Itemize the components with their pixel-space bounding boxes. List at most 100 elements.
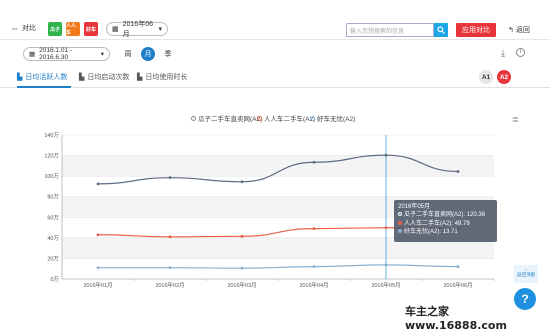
tooltip-value: 120.36	[466, 212, 486, 219]
tooltip-title: 2016年05月	[398, 204, 431, 210]
data-point	[168, 235, 172, 239]
x-tick-label: 2016年06月	[443, 281, 472, 289]
tab-daily-active-users[interactable]: ▙ 日均活跃人数	[17, 72, 67, 82]
data-point	[240, 234, 244, 238]
app-icon-label: 好车	[85, 26, 96, 33]
tab-icon: ▙	[79, 74, 85, 81]
y-tick-label: 40万	[47, 235, 59, 242]
data-point	[384, 153, 388, 157]
legend-marker	[191, 115, 196, 121]
data-point	[312, 227, 316, 231]
tooltip-row: 瓜子二手车直卖网(A2): 120.36	[398, 211, 493, 219]
legend-label: 人人车二手车(A2)	[264, 116, 316, 123]
tooltip-label: 瓜子二手车直卖网(A2)	[404, 212, 464, 219]
back-to-top-button[interactable]: ↑ 返回顶部	[514, 265, 538, 283]
data-point	[168, 176, 172, 180]
data-point	[384, 226, 388, 230]
x-tick-label: 2016年01月	[83, 281, 112, 289]
tooltip-marker	[398, 212, 402, 217]
tooltip-marker	[398, 220, 402, 225]
chevron-down-icon: ▾	[158, 26, 162, 33]
app-icon-label: 瓜子	[49, 26, 60, 33]
legend-label: 好车无忧(A2)	[317, 116, 356, 123]
y-tick-label: 80万	[47, 194, 59, 201]
data-point	[384, 263, 388, 267]
app-icon-label: 人人车	[66, 23, 77, 36]
tab-label: 日均活跃人数	[25, 74, 68, 81]
calendar-icon: ▦	[29, 51, 36, 58]
tooltip-label: 人人车二手车(A2)	[404, 220, 452, 227]
search-icon	[437, 26, 445, 34]
x-tick-label: 2016年04月	[299, 281, 328, 289]
y-tick-label: 140万	[44, 132, 59, 139]
legend-item-guazi[interactable]: 瓜子二手车直卖网(A2)	[191, 113, 262, 123]
data-point	[312, 160, 316, 164]
app-icon-guazi[interactable]: 瓜子	[48, 22, 62, 36]
data-point	[96, 182, 100, 186]
info-icon[interactable]: i	[516, 48, 525, 57]
tooltip-marker	[398, 228, 402, 233]
active-tab-underline	[17, 86, 71, 88]
badge-a1[interactable]: A1	[479, 70, 493, 84]
tab-icon: ▙	[17, 74, 23, 81]
series-line	[97, 154, 459, 185]
legend-item-haoche[interactable]: 好车无忧(A2)	[310, 113, 355, 123]
badge-a2[interactable]: A2	[497, 70, 511, 84]
back-button[interactable]: ↰ 返回	[508, 25, 530, 35]
month-value: 2016年06月	[122, 21, 153, 38]
x-tick-label: 2016年02月	[155, 281, 184, 289]
search-placeholder: 输入您想搜索的信息	[350, 29, 405, 35]
data-point	[240, 266, 244, 270]
tooltip-value: 49.79	[454, 220, 470, 227]
tab-label: 日均使用时长	[145, 74, 188, 81]
compare-toggle[interactable]: ⇔ 对比	[10, 23, 36, 33]
data-point	[240, 180, 244, 184]
y-tick-label: 20万	[47, 255, 59, 262]
data-point	[168, 266, 172, 270]
app-icon-renrenche[interactable]: 人人车	[66, 22, 80, 36]
legend-marker	[310, 115, 315, 121]
y-tick-label: 100万	[44, 173, 59, 180]
top-bar: ⇔ 对比 瓜子 人人车 好车 ▦ 2016年06月 ▾ 输入您想搜索的信息 应用…	[0, 0, 550, 40]
date-range-value: 2016.1.01 - 2016.6.30	[39, 47, 73, 61]
back-to-top-label: 返回顶部	[517, 272, 535, 277]
back-label: 返回	[515, 27, 530, 34]
tab-daily-usage-time[interactable]: ▙ 日均使用时长	[137, 72, 187, 82]
tooltip-value: 13.71	[442, 228, 458, 235]
month-select[interactable]: ▦ 2016年06月 ▾	[106, 21, 168, 38]
download-icon[interactable]: ⤓	[501, 48, 505, 59]
app-icon-haoche[interactable]: 好车	[84, 22, 98, 36]
back-icon: ↰	[508, 27, 514, 34]
chart-tooltip: 2016年05月 瓜子二手车直卖网(A2): 120.36 人人车二手车(A2)…	[394, 200, 497, 242]
search-input[interactable]: 输入您想搜索的信息	[346, 23, 434, 37]
date-range-select[interactable]: ▦ 2016.1.01 - 2016.6.30 ▾	[23, 47, 110, 61]
search-button[interactable]	[434, 23, 448, 37]
tab-icon: ▙	[137, 74, 143, 81]
x-tick-label: 2016年05月	[371, 281, 400, 289]
watermark: 车主之家 www.16888.com	[405, 305, 507, 332]
period-month[interactable]: 月	[141, 47, 155, 61]
grid-band	[62, 155, 494, 177]
tooltip-row: 好车无忧(A2): 13.71	[398, 228, 493, 236]
period-week[interactable]: 周	[121, 47, 135, 61]
data-point	[456, 170, 460, 173]
data-point	[96, 266, 100, 270]
x-tick-label: 2016年03月	[227, 281, 256, 289]
legend-label: 瓜子二手车直卖网(A2)	[198, 116, 263, 123]
y-tick-label: 0万	[50, 276, 59, 283]
apply-compare-button[interactable]: 应用对比	[456, 23, 496, 37]
tab-daily-launches[interactable]: ▙ 日均启动次数	[79, 72, 129, 82]
compare-icon: ⇔	[10, 23, 19, 33]
tab-label: 日均启动次数	[87, 74, 130, 81]
tooltip-label: 好车无忧(A2)	[404, 228, 440, 235]
data-point	[96, 233, 100, 237]
tooltip-row: 人人车二手车(A2): 49.79	[398, 220, 493, 228]
legend-item-renrenche[interactable]: 人人车二手车(A2)	[257, 113, 315, 123]
compare-label: 对比	[22, 25, 36, 32]
chevron-down-icon: ▾	[100, 51, 104, 58]
y-tick-label: 60万	[47, 214, 59, 221]
period-quarter[interactable]: 季	[161, 47, 175, 61]
legend-marker	[257, 115, 262, 121]
y-tick-label: 120万	[44, 153, 59, 160]
list-view-icon[interactable]: ≣	[512, 115, 519, 124]
